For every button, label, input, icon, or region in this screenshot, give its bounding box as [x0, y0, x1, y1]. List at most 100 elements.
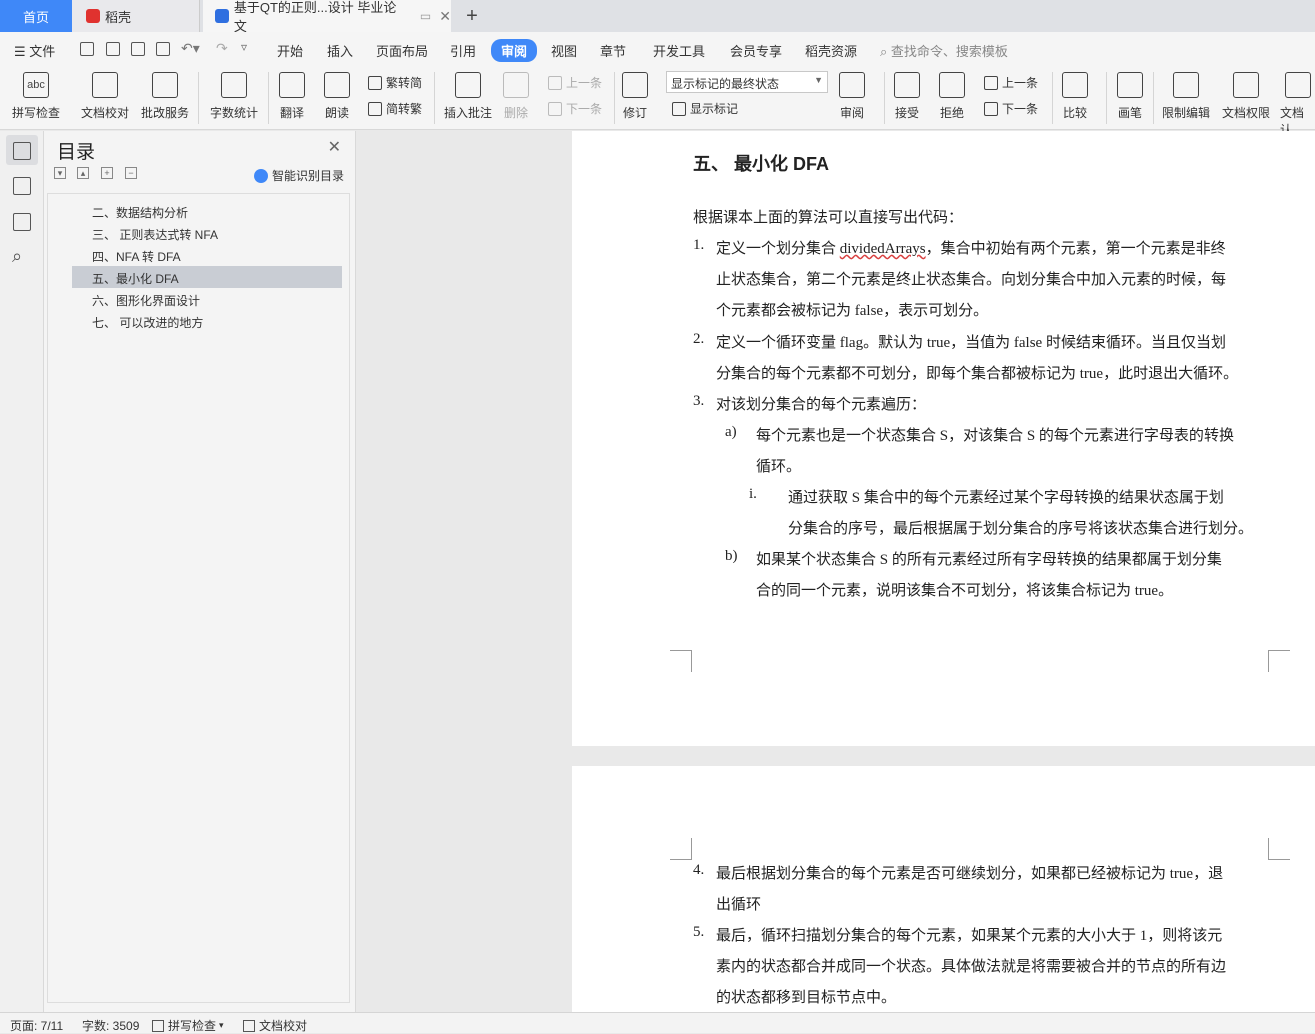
- markup-state-select[interactable]: 显示标记的最终状态 ▼: [666, 71, 828, 93]
- read-aloud-button[interactable]: 朗读: [324, 72, 350, 121]
- bookmark-icon[interactable]: [13, 213, 31, 231]
- close-icon[interactable]: ✕: [328, 137, 341, 157]
- undo-icon[interactable]: ↶▾: [181, 40, 200, 57]
- track-changes-button[interactable]: 修订: [622, 72, 648, 121]
- insert-comment-label: 插入批注: [444, 106, 493, 120]
- review-pane-button[interactable]: 审阅: [839, 72, 865, 121]
- review-pane-icon: [839, 72, 865, 98]
- review-pane-label: 审阅: [839, 106, 864, 120]
- word-count-indicator[interactable]: 字数: 3509: [82, 1017, 139, 1034]
- insert-comment-button[interactable]: 插入批注: [444, 72, 492, 121]
- menu-chapter[interactable]: 章节: [600, 41, 626, 60]
- translate-button[interactable]: 翻译: [279, 72, 305, 121]
- spell-error-word: dividedArrays: [839, 241, 926, 257]
- text-run: 定义一个划分集合: [716, 241, 840, 257]
- delete-comment-button[interactable]: 删除: [503, 72, 529, 121]
- tab-document[interactable]: 基于QT的正则...设计 毕业论文 ▭ ✕: [203, 0, 451, 34]
- restrict-edit-button[interactable]: 限制编辑: [1162, 72, 1210, 121]
- simp-to-trad-button[interactable]: 简转繁: [368, 100, 422, 117]
- menu-dev-tools[interactable]: 开发工具: [653, 41, 705, 60]
- document-canvas[interactable]: 五、 最小化 DFA 根据课本上面的算法可以直接写出代码： 1. 定义一个划分集…: [357, 131, 1315, 1012]
- correction-service-button[interactable]: 批改服务: [141, 72, 189, 121]
- file-menu-label: 文件: [29, 44, 56, 59]
- tab-home[interactable]: 首页: [0, 0, 72, 32]
- smart-toc-label: 智能识别目录: [272, 169, 345, 183]
- delete-comment-icon: [503, 72, 529, 98]
- save-icon[interactable]: [80, 42, 94, 56]
- outline-icon: [13, 142, 31, 160]
- simp-to-trad-label: 简转繁: [386, 102, 423, 116]
- toc-item-selected[interactable]: 五、最小化 DFA: [72, 266, 342, 288]
- toc-item[interactable]: 二、数据结构分析: [72, 200, 342, 222]
- print-icon[interactable]: [131, 42, 145, 56]
- menu-review[interactable]: 审阅: [491, 39, 538, 62]
- trad-to-simp-button[interactable]: 繁转简: [368, 74, 422, 91]
- doc-permission-button[interactable]: 文档权限: [1222, 72, 1270, 121]
- add-heading-icon[interactable]: +: [101, 167, 113, 179]
- chapter-nav-icon[interactable]: [13, 177, 31, 195]
- page-indicator[interactable]: 页面: 7/11: [10, 1017, 63, 1034]
- list-item-line: 素内的状态都合并成同一个状态。具体做法就是将需要被合并的节点的所有边: [716, 959, 1227, 975]
- section-heading: 五、 最小化 DFA: [693, 154, 830, 174]
- read-aloud-label: 朗读: [324, 106, 349, 120]
- ink-button[interactable]: 画笔: [1117, 72, 1143, 121]
- show-markup-label: 显示标记: [690, 102, 739, 116]
- spell-check-label: 拼写检查: [12, 106, 61, 120]
- toc-list: 二、数据结构分析 三、 正则表达式转 NFA 四、NFA 转 DFA 五、最小化…: [47, 193, 350, 1003]
- print-preview-icon[interactable]: [156, 42, 170, 56]
- command-search[interactable]: ⌕ 查找命令、搜索模板: [880, 41, 1008, 60]
- doc-cert-button[interactable]: 文档认: [1280, 72, 1315, 138]
- remove-heading-icon[interactable]: −: [125, 167, 137, 179]
- expand-up-icon[interactable]: ▴: [77, 167, 89, 179]
- toc-item[interactable]: 七、 可以改进的地方: [72, 310, 342, 332]
- new-tab-button[interactable]: +: [460, 0, 484, 32]
- menu-view[interactable]: 视图: [551, 41, 577, 60]
- menu-bar: ☰ 文件 ↶▾ ↷ ▿ 开始 插入 页面布局 引用 审阅 视图 章节 开发工具 …: [0, 32, 1315, 66]
- menu-start[interactable]: 开始: [277, 41, 303, 60]
- list-item-line: 循环。: [756, 459, 802, 475]
- word-count-button[interactable]: 字数统计: [210, 72, 258, 121]
- prev-comment-button[interactable]: 上一条: [548, 74, 602, 91]
- show-markup-button[interactable]: 显示标记: [672, 100, 738, 117]
- simp-to-trad-icon: [368, 101, 382, 116]
- accept-button[interactable]: 接受: [894, 72, 920, 121]
- toc-item[interactable]: 三、 正则表达式转 NFA: [72, 222, 342, 244]
- ribbon-separator: [884, 72, 885, 124]
- list-item-line: 合的同一个元素，说明该集合不可划分，将该集合标记为 true。: [756, 583, 1174, 599]
- export-pdf-icon[interactable]: [106, 42, 120, 56]
- monitor-icon[interactable]: ▭: [420, 9, 431, 23]
- menu-page-layout[interactable]: 页面布局: [376, 41, 428, 60]
- prev-comment-label: 上一条: [566, 76, 603, 90]
- status-doc-proof[interactable]: 文档校对: [243, 1017, 307, 1034]
- menu-daoke-resources[interactable]: 稻壳资源: [805, 41, 857, 60]
- collapse-all-icon[interactable]: ▾: [54, 167, 66, 179]
- review-ribbon: abc 拼写检查 文档校对 批改服务 字数统计 翻译 朗读 繁转简 简转繁 插入批…: [0, 66, 1315, 137]
- reject-button[interactable]: 拒绝: [939, 72, 965, 121]
- tab-daoke[interactable]: 稻壳: [72, 0, 200, 32]
- doc-proof-button[interactable]: 文档校对: [81, 72, 129, 121]
- redo-icon[interactable]: ↷: [216, 40, 228, 57]
- search-icon[interactable]: ⌕: [12, 246, 22, 267]
- smart-toc-button[interactable]: 智能识别目录: [254, 167, 344, 184]
- writer-doc-icon: [215, 9, 229, 23]
- ribbon-separator: [1052, 72, 1053, 124]
- next-change-button[interactable]: 下一条: [984, 100, 1038, 117]
- next-comment-button[interactable]: 下一条: [548, 100, 602, 117]
- hamburger-icon: ☰: [14, 44, 30, 59]
- customize-toolbar-icon[interactable]: ▿: [241, 40, 247, 54]
- spell-check-button[interactable]: abc 拼写检查: [12, 72, 60, 121]
- doc-permission-icon: [1233, 72, 1259, 98]
- toc-item[interactable]: 六、图形化界面设计: [72, 288, 342, 310]
- prev-change-button[interactable]: 上一条: [984, 74, 1038, 91]
- status-spell-check[interactable]: 拼写检查 ▾: [152, 1017, 224, 1034]
- menu-insert[interactable]: 插入: [327, 41, 353, 60]
- track-changes-icon: [622, 72, 648, 98]
- proof-icon: [243, 1019, 255, 1032]
- close-tab-icon[interactable]: ✕: [439, 8, 451, 25]
- next-change-icon: [984, 101, 998, 116]
- menu-references[interactable]: 引用: [450, 41, 476, 60]
- file-menu[interactable]: ☰ 文件: [14, 41, 55, 60]
- compare-button[interactable]: 比较: [1062, 72, 1088, 121]
- menu-member[interactable]: 会员专享: [730, 41, 782, 60]
- toc-item[interactable]: 四、NFA 转 DFA: [72, 244, 342, 266]
